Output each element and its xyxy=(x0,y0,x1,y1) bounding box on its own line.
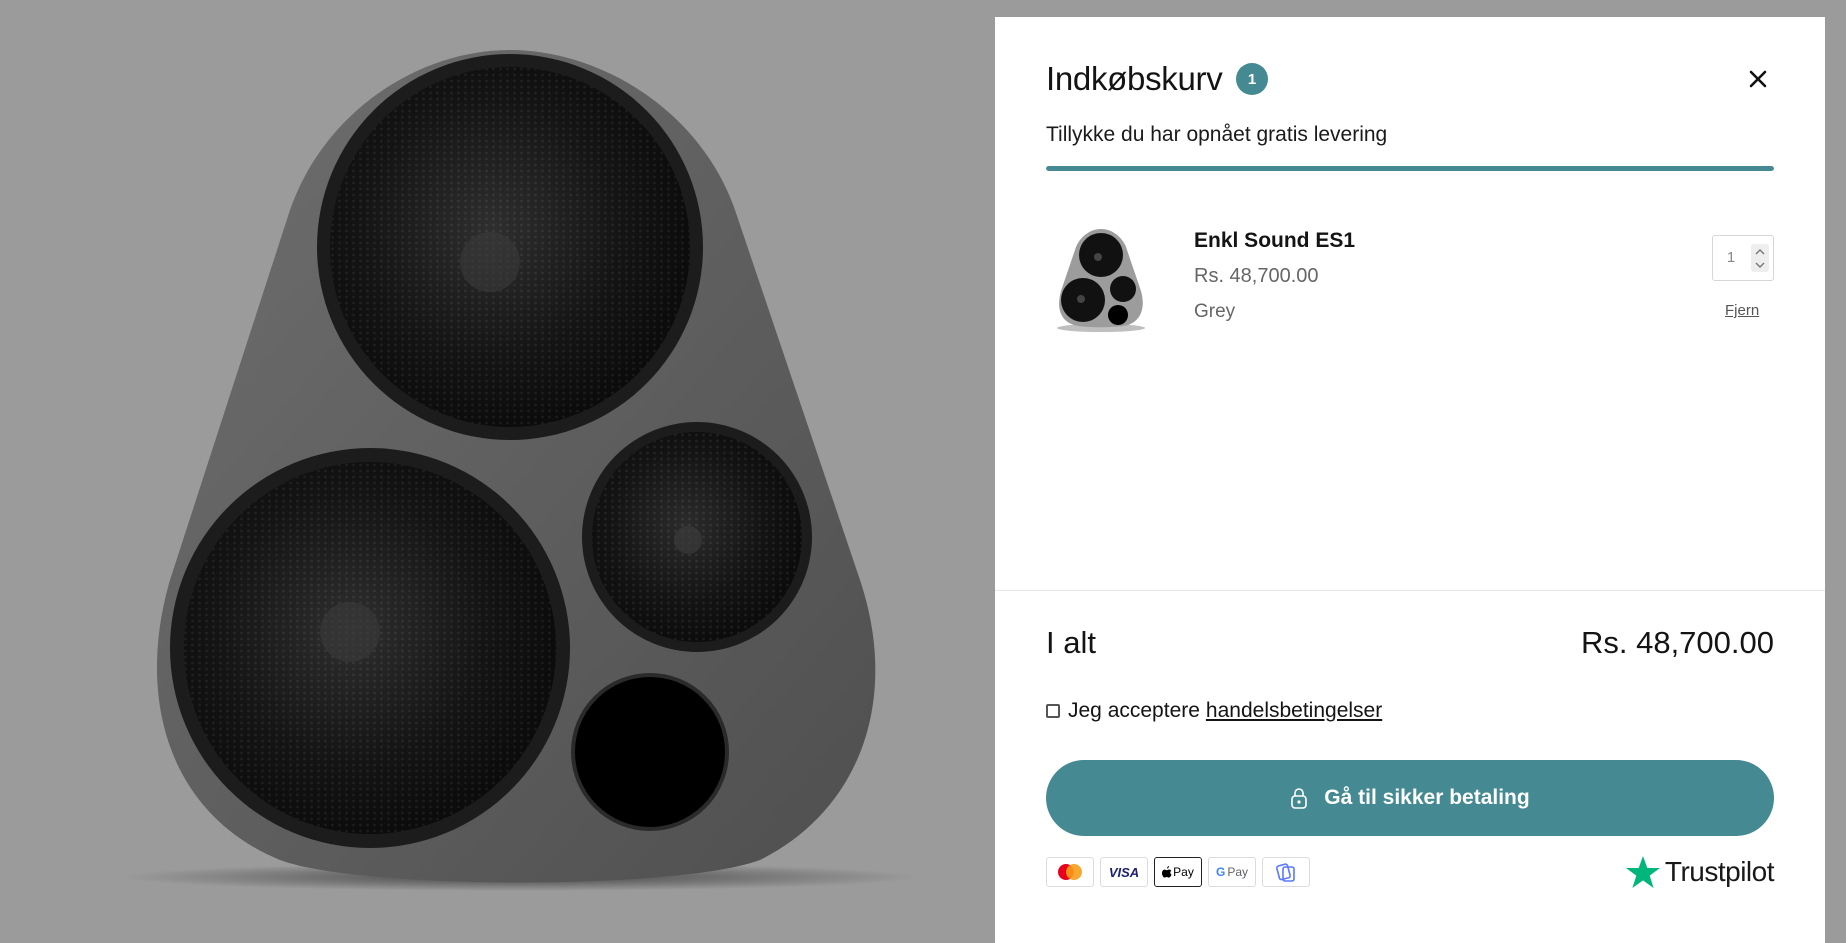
trustpilot-label: Trustpilot xyxy=(1664,856,1775,887)
visa-icon: VISA xyxy=(1100,857,1148,887)
chevron-down-icon[interactable] xyxy=(1755,262,1765,269)
payment-methods: VISA Pay G Pay xyxy=(1046,857,1310,887)
terms-checkbox[interactable] xyxy=(1046,704,1060,718)
remove-item-link[interactable]: Fjern xyxy=(1725,302,1759,319)
terms-label: Jeg acceptere xyxy=(1068,699,1200,722)
close-icon xyxy=(1749,70,1767,88)
product-thumbnail[interactable] xyxy=(1046,213,1156,353)
product-name[interactable]: Enkl Sound ES1 xyxy=(1194,229,1355,253)
quantity-value[interactable]: 1 xyxy=(1713,236,1749,280)
checkout-label: Gå til sikker betaling xyxy=(1324,786,1530,809)
free-shipping-message: Tillykke du har opnået gratis levering xyxy=(1046,123,1388,146)
total-amount: Rs. 48,700.00 xyxy=(1580,625,1774,660)
free-shipping-progress-fill xyxy=(1046,166,1774,171)
trustpilot-star-icon xyxy=(1625,855,1661,889)
lock-icon xyxy=(1290,787,1308,809)
close-button[interactable] xyxy=(1742,63,1774,95)
quantity-spinner[interactable] xyxy=(1751,244,1769,272)
terms-link[interactable]: handelsbetingelser xyxy=(1206,699,1382,723)
cart-title: Indkøbskurv xyxy=(1046,60,1223,97)
quantity-stepper[interactable]: 1 xyxy=(1712,235,1774,281)
chevron-up-icon[interactable] xyxy=(1755,248,1765,255)
page-edge xyxy=(1826,0,1846,943)
checkout-button[interactable]: Gå til sikker betaling xyxy=(1046,760,1774,836)
speaker-image xyxy=(120,50,920,891)
divider xyxy=(995,590,1825,591)
terms-row: Jeg acceptere handelsbetingelser xyxy=(1046,699,1382,723)
product-variant: Grey xyxy=(1194,301,1236,322)
mobilepay-icon xyxy=(1262,857,1310,887)
mastercard-icon xyxy=(1046,857,1094,887)
cart-count-badge: 1 xyxy=(1236,63,1268,95)
free-shipping-progress xyxy=(1046,166,1774,171)
trustpilot-badge[interactable]: Trustpilot xyxy=(1625,855,1775,889)
total-label: I alt xyxy=(1046,625,1096,660)
google-pay-icon: G Pay xyxy=(1208,857,1256,887)
product-price: Rs. 48,700.00 xyxy=(1194,265,1319,287)
cart-drawer: Indkøbskurv 1 Tillykke du har opnået gra… xyxy=(995,17,1825,943)
apple-pay-icon: Pay xyxy=(1154,857,1202,887)
